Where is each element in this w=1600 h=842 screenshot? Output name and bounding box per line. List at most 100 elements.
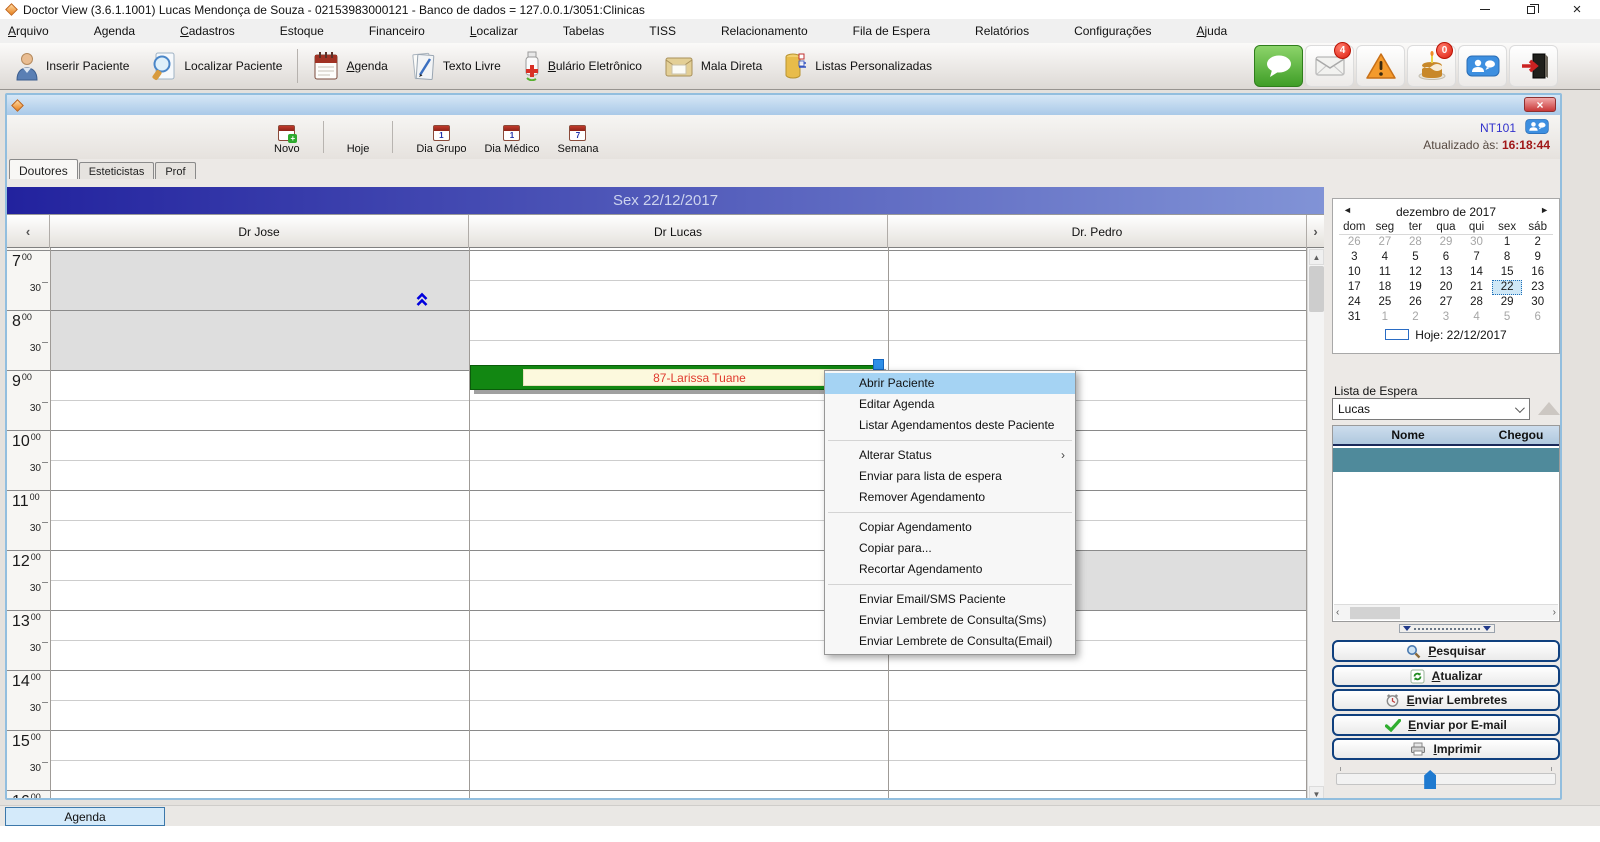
calendar-day[interactable]: 24 xyxy=(1339,295,1370,310)
waiting-list-hscrollbar[interactable]: ‹ › xyxy=(1334,604,1558,620)
enviar-email-button[interactable]: Enviar por E-mail xyxy=(1332,714,1560,736)
calendar-day-selected[interactable]: 22 xyxy=(1492,280,1523,295)
calendar-day[interactable]: 29 xyxy=(1492,295,1523,310)
calendar-day[interactable]: 11 xyxy=(1370,265,1401,280)
context-menu-item[interactable]: Enviar Email/SMS Paciente xyxy=(825,589,1075,610)
context-menu-item[interactable]: Alterar Status› xyxy=(825,445,1075,466)
slider-thumb[interactable] xyxy=(1424,770,1436,789)
waiting-list-filter-select[interactable]: Lucas xyxy=(1332,398,1530,420)
calendar-day[interactable]: 2 xyxy=(1522,235,1553,250)
menu-item[interactable]: Configurações xyxy=(1074,24,1151,38)
localizar-paciente-button[interactable]: Localizar Paciente xyxy=(140,48,293,84)
atualizar-button[interactable]: Atualizar xyxy=(1332,665,1560,687)
pesquisar-button[interactable]: Pesquisar xyxy=(1332,640,1560,662)
panel-splitter[interactable] xyxy=(1399,624,1495,633)
scroll-right-button[interactable]: › xyxy=(1553,607,1556,618)
context-menu-item[interactable]: Enviar Lembrete de Consulta(Email) xyxy=(825,631,1075,652)
calendar-day[interactable]: 12 xyxy=(1400,265,1431,280)
today-box-icon[interactable] xyxy=(1385,329,1409,340)
dia-grupo-button[interactable]: 1 Dia Grupo xyxy=(407,119,475,155)
minimize-button[interactable] xyxy=(1462,0,1508,19)
context-menu-item[interactable]: Copiar Agendamento xyxy=(825,517,1075,538)
scroll-left-button[interactable]: ‹ xyxy=(1336,607,1339,618)
calendar-day[interactable]: 8 xyxy=(1492,250,1523,265)
imprimir-button[interactable]: Imprimir xyxy=(1332,738,1560,760)
today-label[interactable]: Hoje: 22/12/2017 xyxy=(1415,328,1506,342)
menu-item[interactable]: TISS xyxy=(649,24,676,38)
calendar-day[interactable]: 27 xyxy=(1370,235,1401,250)
tab-esteticistas[interactable]: Esteticistas xyxy=(79,162,155,179)
calendar-day[interactable]: 26 xyxy=(1339,235,1370,250)
dia-medico-button[interactable]: 1 Dia Médico xyxy=(475,119,548,155)
bulario-button[interactable]: Bulário Eletrônico xyxy=(512,48,653,84)
agenda-close-button[interactable]: × xyxy=(1524,97,1556,112)
column-header-chegou[interactable]: Chegou xyxy=(1483,426,1559,444)
mala-direta-button[interactable]: Mala Direta xyxy=(653,50,773,82)
calendar-day[interactable]: 27 xyxy=(1431,295,1462,310)
hoje-button[interactable]: Hoje xyxy=(338,119,379,155)
appointment[interactable]: 87-Larissa Tuane xyxy=(470,365,882,390)
scroll-up-button[interactable]: ▲ xyxy=(1309,249,1324,265)
calendar-day[interactable]: 25 xyxy=(1370,295,1401,310)
tab-doutores[interactable]: Doutores xyxy=(9,159,78,179)
birthday-button[interactable]: 0 xyxy=(1407,45,1456,87)
zoom-slider[interactable] xyxy=(1336,773,1556,785)
context-menu-item[interactable]: Abrir Paciente xyxy=(825,373,1075,394)
scroll-down-button[interactable]: ▼ xyxy=(1309,786,1324,800)
calendar-day[interactable]: 29 xyxy=(1431,235,1462,250)
calendar-day[interactable]: 20 xyxy=(1431,280,1462,295)
semana-button[interactable]: 7 Semana xyxy=(548,119,607,155)
calendar-day[interactable]: 5 xyxy=(1492,310,1523,325)
menu-item[interactable]: Ajuda xyxy=(1196,24,1227,38)
calendar-day[interactable]: 23 xyxy=(1522,280,1553,295)
calendar-day[interactable]: 5 xyxy=(1400,250,1431,265)
context-menu-item[interactable]: Recortar Agendamento xyxy=(825,559,1075,580)
grid-rows[interactable]: 87-Larissa Tuane 70030800309003010003011… xyxy=(7,248,1324,800)
enviar-lembretes-button[interactable]: Enviar Lembretes xyxy=(1332,689,1560,711)
calendar-day[interactable]: 21 xyxy=(1461,280,1492,295)
calendar-day[interactable]: 28 xyxy=(1400,235,1431,250)
calendar-day[interactable]: 6 xyxy=(1522,310,1553,325)
agenda-button[interactable]: Agenda xyxy=(302,48,398,84)
column-header-nome[interactable]: Nome xyxy=(1333,426,1483,444)
collapse-panel-button[interactable] xyxy=(1538,402,1560,415)
listas-personalizadas-button[interactable]: Listas Personalizadas xyxy=(773,48,943,84)
calendar-day[interactable]: 15 xyxy=(1492,265,1523,280)
calendar-day[interactable]: 14 xyxy=(1461,265,1492,280)
calendar-day[interactable]: 18 xyxy=(1370,280,1401,295)
menu-item[interactable]: Arquivo xyxy=(8,24,49,38)
calendar-day[interactable]: 1 xyxy=(1492,235,1523,250)
context-menu-item[interactable]: Remover Agendamento xyxy=(825,487,1075,508)
alert-button[interactable] xyxy=(1356,45,1405,87)
calendar-day[interactable]: 4 xyxy=(1461,310,1492,325)
calendar-day[interactable]: 3 xyxy=(1431,310,1462,325)
grid-vertical-scrollbar[interactable]: ▲ ▼ xyxy=(1307,248,1324,800)
menu-item[interactable]: Agenda xyxy=(94,24,135,38)
taskbar-agenda-tab[interactable]: Agenda xyxy=(5,807,165,826)
context-menu-item[interactable]: Copiar para... xyxy=(825,538,1075,559)
contacts-mini-icon[interactable] xyxy=(1524,118,1550,135)
calendar-day[interactable]: 26 xyxy=(1400,295,1431,310)
context-menu-item[interactable]: Enviar para lista de espera xyxy=(825,466,1075,487)
menu-item[interactable]: Relatórios xyxy=(975,24,1029,38)
menu-item[interactable]: Localizar xyxy=(470,24,518,38)
calendar-day[interactable]: 9 xyxy=(1522,250,1553,265)
chat-button[interactable] xyxy=(1254,45,1303,87)
exit-button[interactable] xyxy=(1509,45,1558,87)
scroll-left-chevron[interactable]: ‹ xyxy=(26,224,30,239)
menu-item[interactable]: Tabelas xyxy=(563,24,604,38)
menu-item[interactable]: Relacionamento xyxy=(721,24,808,38)
waiting-list-selected-row[interactable] xyxy=(1333,448,1559,472)
mail-button[interactable]: 4 xyxy=(1305,45,1354,87)
calendar-day[interactable]: 10 xyxy=(1339,265,1370,280)
contacts-button[interactable] xyxy=(1458,45,1507,87)
collapse-up-icon[interactable] xyxy=(415,292,429,307)
column-header-dr-lucas[interactable]: Dr Lucas xyxy=(469,215,888,248)
calendar-day[interactable]: 6 xyxy=(1431,250,1462,265)
calendar-day[interactable]: 13 xyxy=(1431,265,1462,280)
calendar-day[interactable]: 19 xyxy=(1400,280,1431,295)
calendar-day[interactable]: 1 xyxy=(1370,310,1401,325)
calendar-day[interactable]: 2 xyxy=(1400,310,1431,325)
calendar-day[interactable]: 30 xyxy=(1522,295,1553,310)
calendar-day[interactable]: 4 xyxy=(1370,250,1401,265)
